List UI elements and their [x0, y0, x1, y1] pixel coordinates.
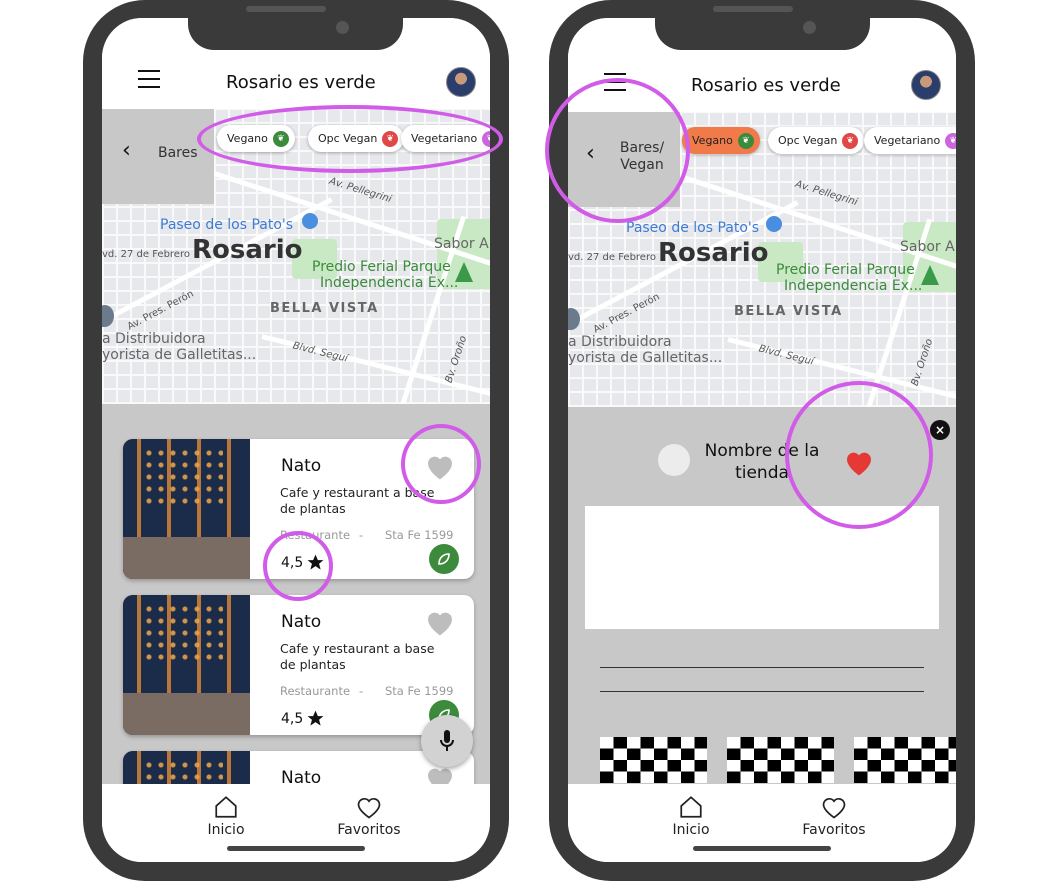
avatar[interactable]	[446, 67, 476, 97]
rating-value: 4,5	[281, 711, 304, 727]
nav-home[interactable]: Inicio	[202, 794, 250, 838]
map-label: Paseo de los Pato's	[626, 220, 760, 236]
store-type: Restaurante	[280, 684, 351, 698]
vegan-leaf-icon	[429, 544, 459, 574]
store-name: Nato	[281, 768, 322, 784]
leaf-icon: ❦	[842, 132, 859, 149]
map-label: Sabor A	[900, 239, 955, 255]
location-pin-icon	[766, 216, 782, 232]
store-photo	[123, 595, 250, 735]
star-icon	[307, 710, 324, 726]
notch	[188, 0, 403, 50]
text-line-placeholder	[600, 691, 924, 692]
map-label: Independencia Ex...	[320, 275, 459, 291]
close-button[interactable]: ×	[930, 420, 950, 440]
map-label: Predio Ferial Parque	[312, 259, 451, 275]
location-pin-icon	[302, 213, 318, 229]
map-label: Paseo de los Pato's	[160, 217, 294, 233]
map-label: yorista de Galletitas...	[568, 350, 723, 366]
back-label: Bares	[158, 145, 198, 161]
separator: -	[359, 684, 364, 698]
store-photo	[123, 751, 250, 784]
highlight-circle	[197, 105, 503, 173]
map-label: Predio Ferial Parque	[776, 262, 915, 278]
notch	[655, 0, 870, 50]
list-item[interactable]: Nato	[123, 751, 474, 784]
image-placeholder	[600, 737, 707, 783]
home-icon	[680, 796, 702, 818]
separator: -	[359, 528, 364, 542]
home-indicator	[227, 846, 365, 851]
chip-opc-vegan[interactable]: Opc Vegan ❦	[768, 127, 865, 154]
list-item[interactable]: Nato Cafe y restaurant a base de plantas…	[123, 595, 474, 735]
nav-favorites[interactable]: Favoritos	[334, 794, 404, 838]
nav-home-label: Inicio	[672, 822, 710, 838]
nav-favorites-label: Favoritos	[337, 822, 401, 838]
leaf-icon: ❦	[945, 132, 956, 149]
map-label: vd. 27 de Febrero	[102, 249, 190, 260]
app-title: Rosario es verde	[691, 75, 841, 96]
microphone-button[interactable]	[421, 715, 473, 767]
park-icon	[455, 262, 473, 282]
menu-icon[interactable]	[138, 70, 160, 88]
image-placeholder	[854, 737, 956, 783]
nav-favorites[interactable]: Favoritos	[799, 794, 869, 838]
highlight-circle	[545, 78, 690, 223]
store-photo	[123, 439, 250, 579]
app-title: Rosario es verde	[226, 72, 376, 93]
store-description: Cafe y restaurant a base de plantas	[280, 641, 435, 672]
store-address: Sta Fe 1599	[385, 684, 454, 698]
map-label: Independencia Ex...	[784, 278, 923, 294]
back-button[interactable]: ‹ Bares	[102, 109, 214, 204]
map-label: BELLA VISTA	[270, 301, 379, 316]
map-label: a Distribuidora	[568, 334, 672, 350]
store-image-placeholder	[585, 506, 939, 629]
image-placeholder	[727, 737, 834, 783]
leaf-icon: ❦	[737, 132, 754, 149]
chip-vegetariano[interactable]: Vegetariano ❦	[864, 127, 956, 154]
store-address: Sta Fe 1599	[385, 528, 454, 542]
highlight-circle	[401, 424, 481, 504]
store-logo	[658, 444, 690, 476]
nav-favorites-label: Favoritos	[802, 822, 866, 838]
store-name: Nato	[281, 612, 322, 632]
highlight-circle	[263, 531, 333, 601]
chevron-left-icon: ‹	[122, 138, 131, 163]
store-name: Nato	[281, 456, 322, 476]
home-indicator	[693, 846, 831, 851]
map-city-label: Rosario	[192, 235, 303, 265]
home-icon	[215, 796, 237, 818]
text-line-placeholder	[600, 667, 924, 668]
chip-vegano[interactable]: Vegano ❦	[682, 127, 760, 154]
heart-outline-icon	[822, 797, 846, 819]
map-label: BELLA VISTA	[734, 304, 843, 319]
map-label: a Distribuidora	[102, 331, 206, 347]
map-label: Sabor A	[434, 236, 489, 252]
map-label: yorista de Galletitas...	[102, 347, 257, 363]
nav-home[interactable]: Inicio	[667, 794, 715, 838]
heart-outline-icon	[357, 797, 381, 819]
map-label: vd. 27 de Febrero	[568, 252, 656, 263]
microphone-icon	[440, 730, 454, 751]
avatar[interactable]	[911, 70, 941, 100]
highlight-circle	[785, 381, 933, 529]
heart-icon[interactable]	[424, 607, 456, 637]
map-city-label: Rosario	[658, 238, 769, 268]
nav-home-label: Inicio	[207, 822, 245, 838]
park-icon	[921, 265, 939, 285]
